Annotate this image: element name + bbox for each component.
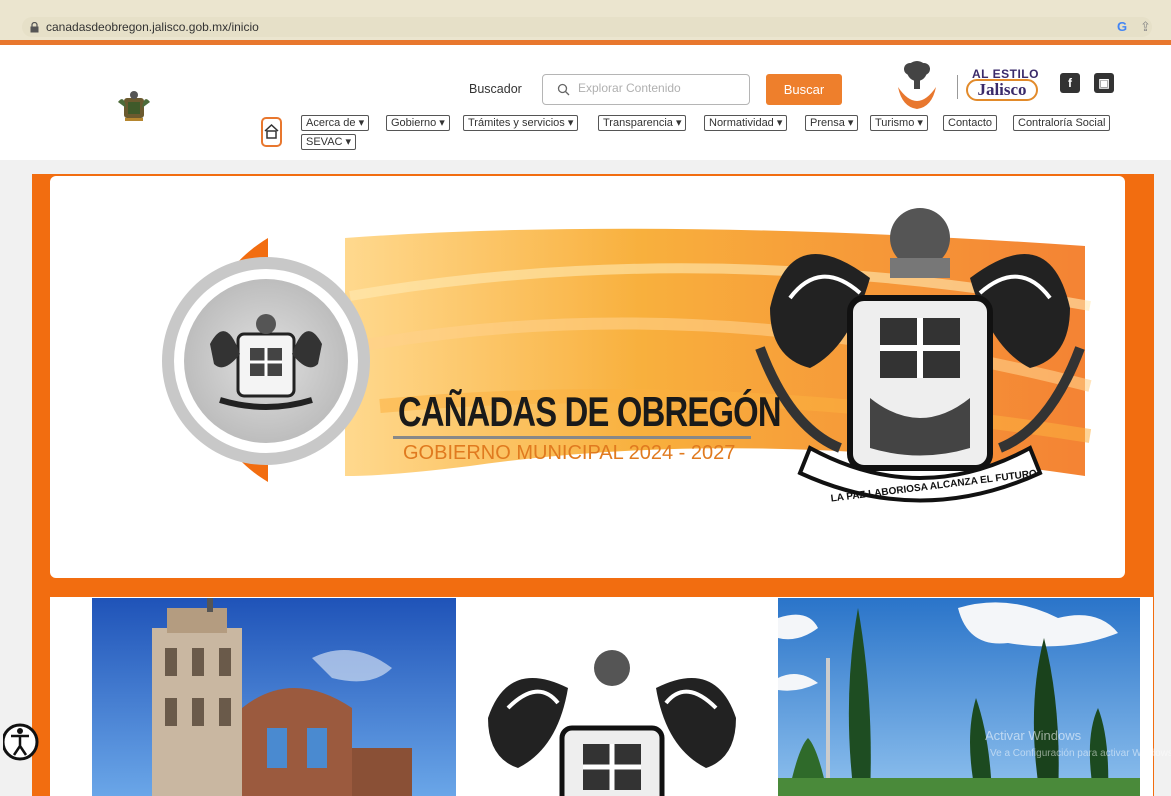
share-icon[interactable]: ⇪: [1140, 19, 1151, 35]
park-photo[interactable]: [778, 598, 1140, 796]
facebook-icon[interactable]: f: [1060, 73, 1080, 93]
church-photo[interactable]: [92, 598, 456, 796]
nav-item-normatividad[interactable]: Normatividad ▾: [704, 115, 788, 131]
google-icon[interactable]: G: [1117, 19, 1127, 34]
nav-item-acerca-de[interactable]: Acerca de ▾: [301, 115, 370, 131]
home-icon: [264, 123, 279, 139]
url-text[interactable]: canadasdeobregon.jalisco.gob.mx/inicio: [46, 20, 259, 34]
logo-divider: [957, 75, 958, 99]
nav-item-transparencia[interactable]: Transparencia ▾: [598, 115, 687, 131]
municipal-coat-of-arms-icon[interactable]: [116, 88, 152, 124]
youtube-icon[interactable]: ▣: [1094, 73, 1114, 93]
activate-windows-hint: Ve a Configuración para activar Windows.: [990, 748, 1171, 759]
home-button[interactable]: [261, 117, 282, 147]
banner-title-underline: [393, 436, 751, 439]
search-icon: [557, 83, 570, 96]
banner-title: CAÑADAS DE OBREGÓN: [398, 388, 782, 435]
nav-item-contacto[interactable]: Contacto: [943, 115, 998, 131]
nav-item-contraloria-social[interactable]: Contraloría Social: [1013, 115, 1111, 131]
hero-banner[interactable]: LA PAZ LABORIOSA ALCANZA EL FUTURO: [50, 176, 1125, 578]
coat-of-arms-image[interactable]: [488, 648, 736, 796]
banner-subtitle: GOBIERNO MUNICIPAL 2024 - 2027: [403, 442, 736, 464]
search-button[interactable]: Buscar: [766, 74, 842, 105]
nav-item-sevac[interactable]: SEVAC ▾: [301, 134, 357, 150]
government-tree-logo-icon[interactable]: [892, 57, 942, 113]
banner-artwork: [162, 208, 1092, 503]
jalisco-logo[interactable]: Jalisco: [966, 79, 1038, 101]
nav-item-turismo[interactable]: Turismo ▾: [870, 115, 928, 131]
search-label: Buscador: [469, 82, 522, 96]
accessibility-icon[interactable]: [3, 716, 42, 768]
site-header: Buscador Buscar AL ESTILO Jalisco f ▣ Ac…: [0, 45, 1171, 160]
nav-item-gobierno[interactable]: Gobierno ▾: [386, 115, 450, 131]
search-input[interactable]: [578, 81, 743, 95]
nav-item-tramites[interactable]: Trámites y servicios ▾: [463, 115, 579, 131]
activate-windows-watermark: Activar Windows: [985, 728, 1082, 743]
nav-item-prensa[interactable]: Prensa ▾: [805, 115, 859, 131]
lock-icon: [30, 22, 39, 33]
